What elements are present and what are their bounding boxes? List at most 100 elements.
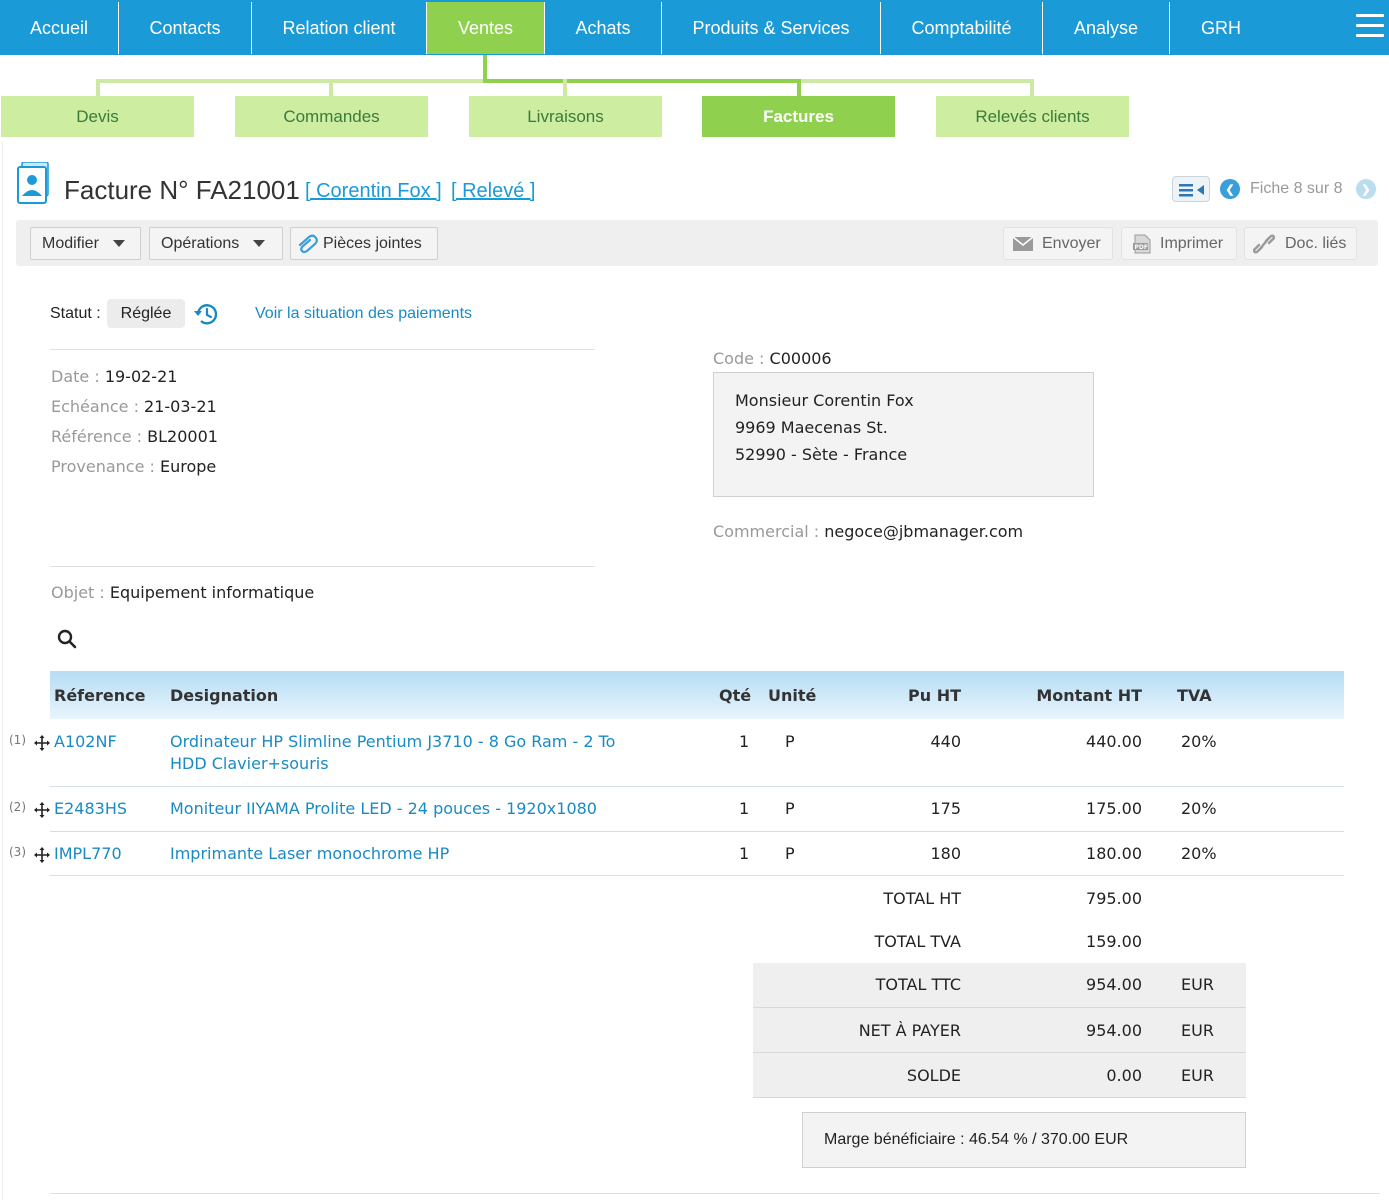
- client-code-label: Code :: [713, 349, 765, 368]
- pdf-icon: PDF: [1133, 234, 1151, 253]
- date-label: Date :: [51, 367, 100, 386]
- menu-icon[interactable]: [1356, 14, 1384, 40]
- client-code-field: Code : C00006: [713, 349, 832, 368]
- total-ttc-label: TOTAL TTC: [875, 975, 961, 994]
- item-unite: P: [785, 844, 795, 863]
- item-unite: P: [785, 799, 795, 818]
- previous-record-icon[interactable]: ❮: [1220, 179, 1240, 199]
- net-a-payer-label: NET À PAYER: [858, 1021, 961, 1040]
- releve-link[interactable]: [ Relevé ]: [451, 180, 535, 203]
- row-separator: [50, 831, 1344, 832]
- echeance-field: Echéance : 21-03-21: [51, 397, 217, 416]
- nav-contacts[interactable]: Contacts: [119, 2, 252, 54]
- item-designation-link[interactable]: Imprimante Laser monochrome HP: [170, 844, 449, 863]
- operations-label: Opérations: [161, 234, 240, 252]
- row-number: (1): [9, 733, 26, 747]
- item-designation-link[interactable]: Ordinateur HP Slimline Pentium J3710 - 8…: [170, 732, 615, 751]
- client-link[interactable]: [ Corentin Fox ]: [305, 180, 442, 203]
- nav-comptabilite[interactable]: Comptabilité: [881, 2, 1043, 54]
- row-separator: [753, 1097, 1246, 1098]
- envoyer-label: Envoyer: [1042, 234, 1101, 252]
- date-field: Date : 19-02-21: [51, 367, 177, 386]
- subnav-connector-active: [797, 79, 801, 96]
- column-header-tva: TVA: [1177, 686, 1212, 705]
- subnav-livraisons[interactable]: Livraisons: [469, 96, 662, 137]
- item-montant-ht: 440.00: [1086, 732, 1142, 751]
- status-label: Statut :: [50, 305, 101, 322]
- operations-dropdown[interactable]: Opérations: [149, 227, 283, 260]
- move-handle-icon[interactable]: [34, 847, 50, 863]
- subnav-factures[interactable]: Factures: [702, 96, 895, 137]
- nav-ventes[interactable]: Ventes: [427, 2, 545, 54]
- row-separator: [50, 875, 1344, 876]
- solde-row: [753, 1053, 1246, 1097]
- payment-status-link[interactable]: Voir la situation des paiements: [255, 305, 472, 323]
- item-designation-link[interactable]: HDD Clavier+souris: [170, 754, 329, 773]
- item-unite: P: [785, 732, 795, 751]
- echeance-label: Echéance :: [51, 397, 139, 416]
- item-designation-link[interactable]: Moniteur IIYAMA Prolite LED - 24 pouces …: [170, 799, 597, 818]
- net-a-payer-value: 954.00: [1086, 1021, 1142, 1040]
- main-nav-bar: Accueil Contacts Relation client Ventes …: [0, 0, 1389, 55]
- imprimer-label: Imprimer: [1160, 234, 1224, 252]
- item-pu-ht: 175: [930, 799, 961, 818]
- item-qte: 1: [739, 732, 750, 751]
- provenance-label: Provenance :: [51, 457, 155, 476]
- move-handle-icon[interactable]: [34, 802, 50, 818]
- modifier-dropdown[interactable]: Modifier: [30, 227, 141, 260]
- nav-achats[interactable]: Achats: [545, 2, 662, 54]
- divider: [50, 566, 595, 567]
- next-record-icon[interactable]: ❯: [1356, 179, 1376, 199]
- imprimer-button[interactable]: PDF Imprimer: [1121, 227, 1237, 260]
- divider: [50, 349, 595, 350]
- client-code-value: C00006: [769, 349, 832, 368]
- pieces-jointes-button[interactable]: Pièces jointes: [290, 227, 438, 260]
- column-header-unite: Unité: [768, 686, 817, 705]
- reference-label: Référence :: [51, 427, 143, 446]
- doc-lies-label: Doc. liés: [1285, 234, 1347, 252]
- modifier-label: Modifier: [42, 234, 99, 252]
- envoyer-button[interactable]: Envoyer: [1003, 227, 1113, 260]
- commercial-value: negoce@jbmanager.com: [824, 522, 1024, 541]
- subnav-connector: [483, 55, 487, 81]
- item-pu-ht: 440: [930, 732, 961, 751]
- nav-analyse[interactable]: Analyse: [1043, 2, 1170, 54]
- provenance-value: Europe: [160, 457, 217, 476]
- paperclip-icon: [298, 234, 318, 253]
- nav-grh[interactable]: GRH: [1170, 2, 1272, 54]
- page-title: Facture N° FA21001: [64, 175, 300, 205]
- item-tva: 20%: [1181, 732, 1217, 751]
- subnav-devis[interactable]: Devis: [1, 96, 194, 137]
- contact-card-icon: [17, 162, 49, 204]
- echeance-value: 21-03-21: [144, 397, 217, 416]
- history-icon[interactable]: [193, 301, 219, 327]
- item-montant-ht: 175.00: [1086, 799, 1142, 818]
- total-ttc-currency: EUR: [1181, 975, 1214, 994]
- item-qte: 1: [739, 799, 750, 818]
- subnav-releves-clients[interactable]: Relevés clients: [936, 96, 1129, 137]
- subnav-commandes[interactable]: Commandes: [235, 96, 428, 137]
- nav-produits-services[interactable]: Produits & Services: [662, 2, 881, 54]
- subnav-connector: [563, 79, 567, 96]
- address-line: 52990 - Sète - France: [735, 445, 908, 464]
- search-icon[interactable]: [57, 629, 77, 649]
- solde-value: 0.00: [1106, 1066, 1142, 1085]
- column-header-qte: Qté: [719, 686, 752, 705]
- date-value: 19-02-21: [104, 367, 178, 386]
- move-handle-icon[interactable]: [34, 735, 50, 751]
- chevron-down-icon: [253, 240, 266, 247]
- item-reference-link[interactable]: A102NF: [54, 732, 117, 751]
- chevron-down-icon: [112, 240, 125, 247]
- item-reference-link[interactable]: E2483HS: [54, 799, 127, 818]
- doc-lies-button[interactable]: Doc. liés: [1244, 227, 1357, 260]
- column-header-pu-ht: Pu HT: [908, 686, 961, 705]
- nav-relation-client[interactable]: Relation client: [252, 2, 427, 54]
- row-number: (2): [9, 800, 26, 814]
- subnav-connector: [96, 79, 100, 96]
- solde-currency: EUR: [1181, 1066, 1214, 1085]
- objet-value: Equipement informatique: [109, 583, 315, 602]
- list-view-toggle[interactable]: [1172, 176, 1210, 202]
- subnav-connector: [329, 79, 333, 96]
- nav-accueil[interactable]: Accueil: [0, 2, 119, 54]
- item-reference-link[interactable]: IMPL770: [54, 844, 122, 863]
